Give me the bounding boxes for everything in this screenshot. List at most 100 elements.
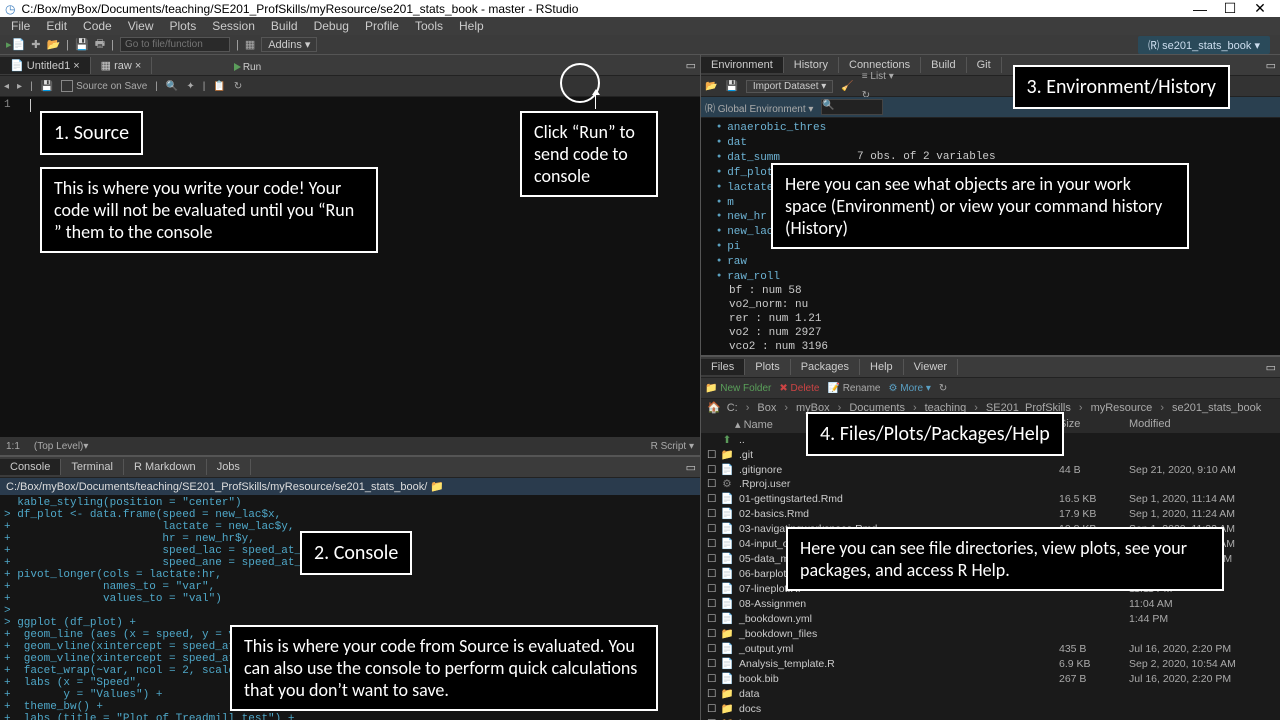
crumb-item[interactable]: C: <box>727 402 738 414</box>
tab-plots[interactable]: Plots <box>745 359 790 375</box>
tab-untitled1[interactable]: 📄 Untitled1 × <box>0 57 91 74</box>
new-folder-button[interactable]: 📁 New Folder <box>705 383 771 394</box>
menu-plots[interactable]: Plots <box>163 17 204 35</box>
env-scope[interactable]: 🄡 Global Environment ▾ <box>705 100 813 115</box>
file-checkbox[interactable]: ☐ <box>707 478 719 490</box>
file-row[interactable]: ☐📄02-basics.Rmd17.9 KBSep 1, 2020, 11:24… <box>701 506 1280 521</box>
menu-build[interactable]: Build <box>264 17 305 35</box>
pane-max-icon[interactable]: ▭ <box>1262 59 1280 72</box>
refresh-files-icon[interactable]: ↻ <box>939 383 1276 394</box>
pane-max-icon[interactable]: ▭ <box>682 461 700 474</box>
file-checkbox[interactable]: ☐ <box>707 449 719 461</box>
file-row[interactable]: ☐📄01-gettingstarted.Rmd16.5 KBSep 1, 202… <box>701 491 1280 506</box>
menu-code[interactable]: Code <box>76 17 119 35</box>
tab-help[interactable]: Help <box>860 359 904 375</box>
file-row[interactable]: ☐📁docs <box>701 701 1280 716</box>
home-icon[interactable]: 🏠 <box>707 401 721 414</box>
delete-button[interactable]: ✖ Delete <box>779 383 819 394</box>
file-checkbox[interactable]: ☐ <box>707 464 719 476</box>
menu-view[interactable]: View <box>121 17 161 35</box>
tab-environment[interactable]: Environment <box>701 57 784 73</box>
file-checkbox[interactable]: ☐ <box>707 673 719 685</box>
menu-help[interactable]: Help <box>452 17 491 35</box>
pane-max-icon[interactable]: ▭ <box>1262 361 1280 374</box>
new-project-icon[interactable]: ✚ <box>31 38 40 51</box>
run-button[interactable]: Run <box>234 62 696 73</box>
minimize-button[interactable]: — <box>1185 1 1215 17</box>
editor-cursor[interactable] <box>30 99 31 112</box>
file-row[interactable]: ☐📄_bookdown.yml1:44 PM <box>701 611 1280 626</box>
broom-icon[interactable]: 🧹 <box>841 81 853 92</box>
file-checkbox[interactable]: ☐ <box>707 643 719 655</box>
more-button[interactable]: ⚙ More ▾ <box>889 383 931 394</box>
file-row[interactable]: ☐📁data <box>701 686 1280 701</box>
file-checkbox[interactable]: ☐ <box>707 523 719 535</box>
nav-back-icon[interactable]: ◂ <box>4 81 9 92</box>
tab-viewer[interactable]: Viewer <box>904 359 958 375</box>
crumb-item[interactable]: myResource <box>1091 402 1153 414</box>
tab-history[interactable]: History <box>784 57 839 73</box>
file-row[interactable]: ☐📁images <box>701 716 1280 720</box>
file-checkbox[interactable]: ☐ <box>707 658 719 670</box>
env-item[interactable]: anaerobic_thres <box>701 120 1280 135</box>
find-icon[interactable]: 🔍 <box>166 81 178 92</box>
import-dataset-button[interactable]: Import Dataset ▾ <box>746 80 833 93</box>
tab-console[interactable]: Console <box>0 459 61 475</box>
rename-button[interactable]: 📝 Rename <box>827 383 880 394</box>
file-checkbox[interactable]: ☐ <box>707 568 719 580</box>
compile-icon[interactable]: 📋 <box>213 81 225 92</box>
load-icon[interactable]: 📂 <box>705 81 717 92</box>
menu-debug[interactable]: Debug <box>307 17 356 35</box>
file-checkbox[interactable]: ☐ <box>707 703 719 715</box>
rerun-icon[interactable]: ↻ <box>234 81 696 92</box>
print-icon[interactable]: 🖶 <box>95 35 105 54</box>
menu-session[interactable]: Session <box>205 17 262 35</box>
file-checkbox[interactable]: ☐ <box>707 688 719 700</box>
env-item[interactable]: raw_roll <box>701 269 1280 284</box>
file-row[interactable]: ☐⚙.Rproj.user <box>701 477 1280 491</box>
file-checkbox[interactable]: ☐ <box>707 508 719 520</box>
file-row[interactable]: ☐📄.gitignore44 BSep 21, 2020, 9:10 AM <box>701 462 1280 477</box>
wand-icon[interactable]: ✦ <box>186 81 194 92</box>
save-env-icon[interactable]: 💾 <box>725 81 737 92</box>
tab-jobs[interactable]: Jobs <box>207 459 251 475</box>
file-row[interactable]: ☐📄book.bib267 BJul 16, 2020, 2:20 PM <box>701 671 1280 686</box>
menu-edit[interactable]: Edit <box>39 17 74 35</box>
crumb-item[interactable]: se201_stats_book <box>1172 402 1261 414</box>
maximize-button[interactable]: ☐ <box>1215 0 1245 17</box>
save-all-icon[interactable]: 💾 <box>75 38 89 51</box>
menu-file[interactable]: File <box>4 17 37 35</box>
nav-fwd-icon[interactable]: ▸ <box>17 81 22 92</box>
file-checkbox[interactable]: ☐ <box>707 613 719 625</box>
file-row[interactable]: ☐📁_bookdown_files <box>701 626 1280 641</box>
tab-terminal[interactable]: Terminal <box>61 459 124 475</box>
close-button[interactable]: ✕ <box>1245 0 1275 17</box>
grid-icon[interactable]: ▦ <box>245 38 255 51</box>
goto-input[interactable] <box>120 37 230 52</box>
file-row[interactable]: ☐📄Analysis_template.R6.9 KBSep 2, 2020, … <box>701 656 1280 671</box>
file-checkbox[interactable]: ☐ <box>707 493 719 505</box>
open-file-icon[interactable]: 📂 <box>46 38 60 51</box>
env-item[interactable]: dat <box>701 135 1280 150</box>
file-checkbox[interactable]: ☐ <box>707 583 719 595</box>
addins-button[interactable]: Addins ▾ <box>261 37 317 52</box>
file-checkbox[interactable]: ☐ <box>707 538 719 550</box>
file-checkbox[interactable]: ☐ <box>707 553 719 565</box>
file-row[interactable]: ☐📄08-Assignmen11:04 AM <box>701 596 1280 611</box>
tab-packages[interactable]: Packages <box>791 359 860 375</box>
file-row[interactable]: ☐📄_output.yml435 BJul 16, 2020, 2:20 PM <box>701 641 1280 656</box>
source-on-save-check[interactable]: Source on Save <box>61 80 147 92</box>
tab-raw[interactable]: ▦ raw × <box>91 57 153 74</box>
console-output[interactable]: kable_styling(position = "center") > df_… <box>0 495 700 720</box>
env-search[interactable]: 🔍 <box>821 99 883 115</box>
file-checkbox[interactable]: ☐ <box>707 628 719 640</box>
crumb-item[interactable]: Box <box>757 402 776 414</box>
tab-files[interactable]: Files <box>701 359 745 375</box>
project-badge[interactable]: 🄡 se201_stats_book ▾ <box>1138 36 1270 54</box>
file-checkbox[interactable]: ☐ <box>707 598 719 610</box>
save-icon[interactable]: 💾 <box>41 81 53 92</box>
tab-rmarkdown[interactable]: R Markdown <box>124 459 207 475</box>
menu-profile[interactable]: Profile <box>358 17 406 35</box>
menu-tools[interactable]: Tools <box>408 17 450 35</box>
new-file-icon[interactable]: ▸📄 <box>6 38 25 51</box>
